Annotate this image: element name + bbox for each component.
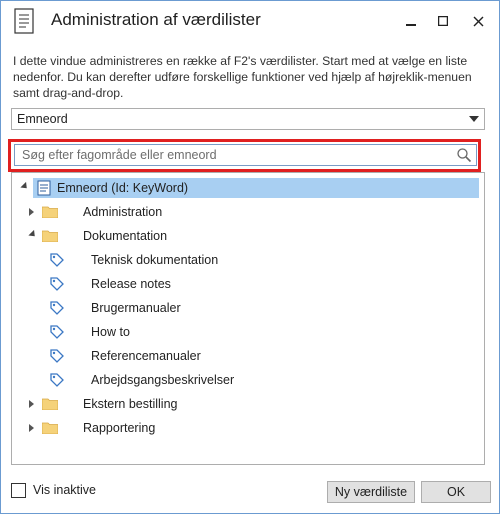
- tree-view[interactable]: Emneord (Id: KeyWord) Administration Dok…: [11, 172, 485, 465]
- collapse-toggle[interactable]: [20, 181, 30, 192]
- tree-item-administration[interactable]: Administration: [17, 202, 317, 222]
- folder-icon: [42, 398, 58, 410]
- document-icon: [37, 180, 51, 196]
- tree-item-rapportering[interactable]: Rapportering: [17, 418, 317, 438]
- tag-icon: [50, 325, 64, 339]
- tree-item-label: How to: [91, 325, 130, 339]
- tag-icon: [50, 349, 64, 363]
- maximize-button[interactable]: [428, 9, 458, 33]
- collapse-toggle[interactable]: [28, 229, 38, 240]
- tree-item-label: Administration: [83, 205, 163, 219]
- tree-item-arbejdsgangsbeskrivelser[interactable]: Arbejdsgangsbeskrivelser: [17, 370, 317, 390]
- search-icon[interactable]: [456, 147, 472, 163]
- tree-root[interactable]: Emneord (Id: KeyWord): [17, 178, 479, 198]
- ok-button[interactable]: OK: [421, 481, 491, 503]
- tree-item-referencemanualer[interactable]: Referencemanualer: [17, 346, 317, 366]
- tree-item-label: Ekstern bestilling: [83, 397, 178, 411]
- window-title: Administration af værdilister: [51, 10, 261, 29]
- tree-item-label: Referencemanualer: [91, 349, 201, 363]
- minimize-button[interactable]: [396, 9, 426, 33]
- tree-item-label: Rapportering: [83, 421, 156, 435]
- minimize-icon: [406, 24, 416, 26]
- show-inactive-checkbox[interactable]: [11, 483, 26, 498]
- tree-item-release-notes[interactable]: Release notes: [17, 274, 317, 294]
- close-icon: [473, 16, 483, 26]
- tag-icon: [50, 253, 64, 267]
- new-list-button[interactable]: Ny værdiliste: [327, 481, 415, 503]
- tree-item-label: Arbejdsgangsbeskrivelser: [91, 373, 235, 387]
- show-inactive-label: Vis inaktive: [33, 483, 96, 497]
- dialog-window: Administration af værdilister I dette vi…: [0, 0, 500, 514]
- tree-item-dokumentation[interactable]: Dokumentation: [17, 226, 317, 246]
- expand-toggle[interactable]: [29, 424, 34, 432]
- search-placeholder: Søg efter fagområde eller emneord: [22, 148, 217, 162]
- tree-item-label: Brugermanualer: [91, 301, 181, 315]
- document-list-icon: [14, 8, 34, 34]
- search-input[interactable]: Søg efter fagområde eller emneord: [14, 144, 477, 166]
- chevron-down-icon: [469, 116, 479, 122]
- description-text: I dette vindue administreres en række af…: [13, 54, 472, 100]
- folder-icon: [42, 206, 58, 218]
- tree-item-label: Release notes: [91, 277, 171, 291]
- tree-item-teknisk-dokumentation[interactable]: Teknisk dokumentation: [17, 250, 317, 270]
- folder-icon: [42, 422, 58, 434]
- expand-toggle[interactable]: [29, 400, 34, 408]
- tree-item-ekstern-bestilling[interactable]: Ekstern bestilling: [17, 394, 317, 414]
- tree-item-how-to[interactable]: How to: [17, 322, 317, 342]
- close-button[interactable]: [463, 9, 493, 33]
- list-select-value: Emneord: [17, 112, 68, 126]
- tag-icon: [50, 301, 64, 315]
- maximize-icon: [438, 16, 448, 26]
- tree-root-selection: Emneord (Id: KeyWord): [33, 178, 479, 198]
- expand-toggle[interactable]: [29, 208, 34, 216]
- tree-item-label: Teknisk dokumentation: [91, 253, 219, 267]
- list-select[interactable]: Emneord: [11, 108, 485, 130]
- tag-icon: [50, 277, 64, 291]
- tree-root-label: Emneord (Id: KeyWord): [57, 181, 189, 195]
- folder-open-icon: [42, 230, 58, 242]
- title-bar[interactable]: Administration af værdilister: [1, 1, 499, 41]
- tree-item-label: Dokumentation: [83, 229, 168, 243]
- tree-item-brugermanualer[interactable]: Brugermanualer: [17, 298, 317, 318]
- tag-icon: [50, 373, 64, 387]
